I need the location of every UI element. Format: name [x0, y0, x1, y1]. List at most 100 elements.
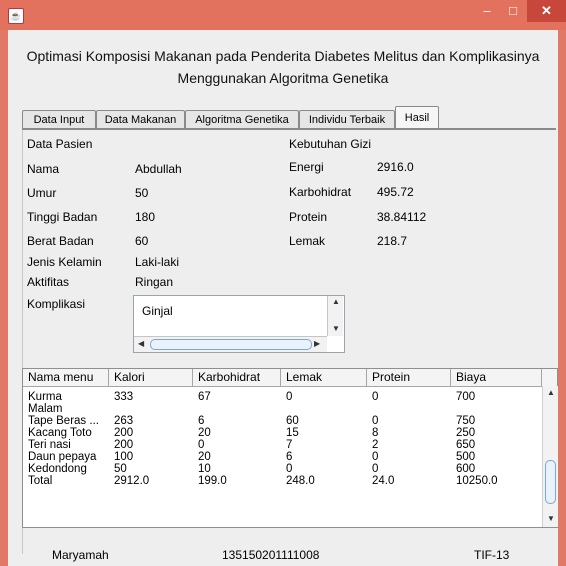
column-header-nama-menu[interactable]: Nama menu	[23, 369, 109, 386]
kebutuhan-gizi-heading: Kebutuhan Gizi	[289, 137, 372, 151]
label-tinggi-badan: Tinggi Badan	[27, 210, 98, 224]
cell-protein: 8	[372, 427, 379, 439]
cell-biaya: 700	[456, 391, 476, 403]
java-app-icon: ☕	[8, 8, 24, 24]
table-row[interactable]: Kedondong 50 10 0 0 600	[23, 463, 542, 475]
window-frame: ☕ – □ ✕ Optimasi Komposisi Makanan pada …	[0, 0, 566, 566]
komplikasi-textarea[interactable]: Ginjal ▲ ▼ ◀ ▶	[133, 295, 345, 353]
table-row[interactable]: Tape Beras ... 263 6 60 0 750	[23, 415, 542, 427]
maximize-button[interactable]: □	[501, 0, 525, 22]
cell-nama-menu: Daun pepaya	[28, 451, 97, 463]
cell-karbohidrat: 67	[198, 391, 211, 403]
cell-protein: 0	[372, 391, 379, 403]
page-title-line1: Optimasi Komposisi Makanan pada Penderit…	[26, 48, 540, 64]
cell-nama-menu: Kedondong	[28, 463, 87, 475]
footer-name: Maryamah	[52, 548, 109, 562]
cell-biaya: 10250.0	[456, 475, 498, 487]
value-aktifitas: Ringan	[135, 275, 174, 289]
cell-protein: 0	[372, 463, 379, 475]
cell-nama-menu: Malam	[28, 403, 63, 415]
table-scroll-down-arrow-icon[interactable]: ▼	[547, 514, 555, 523]
komplikasi-value: Ginjal	[142, 304, 173, 318]
column-header-kalori[interactable]: Kalori	[109, 369, 193, 386]
cell-nama-menu: Tape Beras ...	[28, 415, 99, 427]
title-bar[interactable]: ☕ – □ ✕	[0, 0, 566, 30]
cell-nama-menu: Teri nasi	[28, 439, 71, 451]
label-komplikasi: Komplikasi	[27, 297, 86, 311]
label-aktifitas: Aktifitas	[27, 275, 70, 289]
cell-biaya: 750	[456, 415, 476, 427]
label-jenis-kelamin: Jenis Kelamin	[27, 255, 102, 269]
cell-kalori: 50	[114, 463, 127, 475]
label-nama: Nama	[27, 162, 60, 176]
cell-lemak: 7	[286, 439, 293, 451]
scroll-right-arrow-icon[interactable]: ▶	[314, 339, 320, 348]
label-umur: Umur	[27, 186, 57, 200]
cell-lemak: 6	[286, 451, 293, 463]
tab-data-makanan[interactable]: Data Makanan	[96, 110, 185, 129]
footer-nim: 135150201111008	[222, 548, 320, 562]
cell-biaya: 250	[456, 427, 476, 439]
cell-karbohidrat: 199.0	[198, 475, 227, 487]
column-header-protein[interactable]: Protein	[367, 369, 451, 386]
cell-karbohidrat: 0	[198, 439, 205, 451]
table-row[interactable]: Teri nasi 200 0 7 2 650	[23, 439, 542, 451]
footer-class: TIF-13	[474, 548, 510, 562]
value-jenis-kelamin: Laki-laki	[135, 255, 180, 269]
scroll-left-arrow-icon[interactable]: ◀	[138, 339, 144, 348]
value-karbohidrat: 495.72	[377, 185, 414, 199]
minimize-button[interactable]: –	[475, 0, 499, 22]
cell-lemak: 15	[286, 427, 299, 439]
table-row[interactable]: Kacang Toto 200 20 15 8 250	[23, 427, 542, 439]
cell-karbohidrat: 10	[198, 463, 211, 475]
page-title-line2: Menggunakan Algoritma Genetika	[177, 70, 389, 86]
tab-data-input[interactable]: Data Input	[22, 110, 96, 129]
scroll-up-arrow-icon[interactable]: ▲	[332, 297, 340, 306]
table-scroll-thumb[interactable]	[545, 460, 556, 504]
table-row[interactable]: Daun pepaya 100 20 6 0 500	[23, 451, 542, 463]
table-header: Nama menu Kalori Karbohidrat Lemak Prote…	[23, 369, 557, 387]
data-pasien-heading: Data Pasien	[27, 137, 93, 151]
tab-algoritma-genetika[interactable]: Algoritma Genetika	[185, 110, 299, 129]
cell-karbohidrat: 20	[198, 427, 211, 439]
column-header-biaya[interactable]: Biaya	[451, 369, 542, 386]
value-lemak: 218.7	[377, 234, 408, 248]
label-energi: Energi	[289, 160, 324, 174]
tab-hasil[interactable]: Hasil	[395, 106, 439, 129]
column-header-karbohidrat[interactable]: Karbohidrat	[193, 369, 281, 386]
scroll-down-arrow-icon[interactable]: ▼	[332, 324, 340, 333]
cell-lemak: 0	[286, 391, 293, 403]
cell-kalori: 100	[114, 451, 134, 463]
table-scroll-up-arrow-icon[interactable]: ▲	[547, 388, 555, 397]
value-umur: 50	[135, 186, 149, 200]
tab-individu-terbaik[interactable]: Individu Terbaik	[299, 110, 395, 129]
cell-karbohidrat: 6	[198, 415, 205, 427]
horizontal-scroll-thumb[interactable]	[150, 339, 312, 350]
cell-kalori: 2912.0	[114, 475, 150, 487]
table-row[interactable]: Kurma 333 67 0 0 700	[23, 391, 542, 403]
value-energi: 2916.0	[377, 160, 414, 174]
komplikasi-vertical-scrollbar[interactable]: ▲ ▼	[327, 296, 343, 336]
cell-biaya: 500	[456, 451, 476, 463]
column-header-lemak[interactable]: Lemak	[281, 369, 367, 386]
cell-protein: 2	[372, 439, 379, 451]
value-tinggi-badan: 180	[135, 210, 156, 224]
value-protein: 38.84112	[377, 210, 427, 224]
cell-kalori: 263	[114, 415, 134, 427]
label-lemak: Lemak	[289, 234, 326, 248]
table-vertical-scrollbar[interactable]: ▲ ▼	[542, 386, 558, 527]
cell-karbohidrat: 20	[198, 451, 211, 463]
cell-protein: 0	[372, 415, 379, 427]
label-karbohidrat: Karbohidrat	[289, 185, 352, 199]
table-row[interactable]: Total 2912.0 199.0 248.0 24.0 10250.0	[23, 475, 542, 487]
cell-nama-menu: Total	[28, 475, 53, 487]
menu-table[interactable]: Nama menu Kalori Karbohidrat Lemak Prote…	[22, 368, 558, 528]
cell-kalori: 200	[114, 427, 134, 439]
table-row[interactable]: Malam	[23, 403, 542, 415]
label-berat-badan: Berat Badan	[27, 234, 94, 248]
komplikasi-horizontal-scrollbar[interactable]: ◀ ▶	[134, 336, 327, 352]
app-client-area: Optimasi Komposisi Makanan pada Penderit…	[8, 30, 558, 566]
cell-protein: 0	[372, 451, 379, 463]
close-button[interactable]: ✕	[527, 0, 566, 22]
cell-protein: 24.0	[372, 475, 395, 487]
